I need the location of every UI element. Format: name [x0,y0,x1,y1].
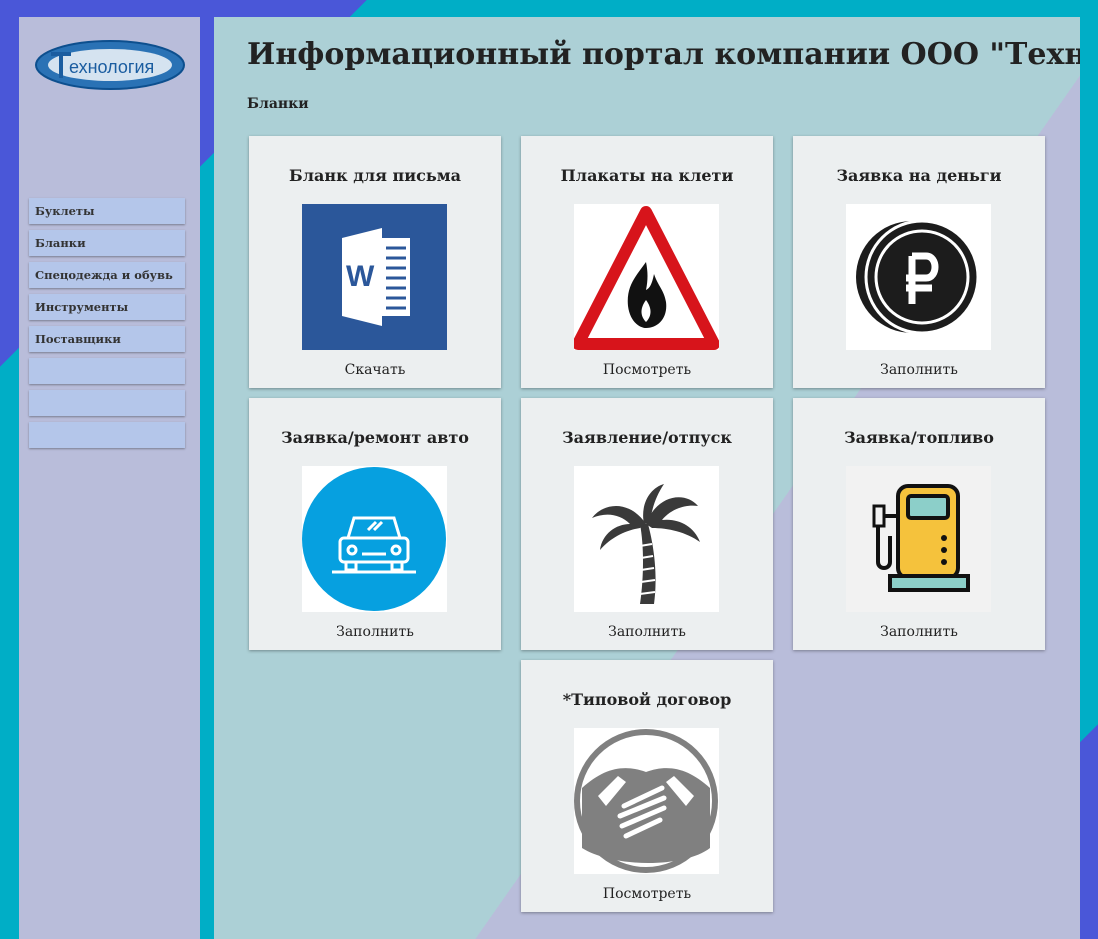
fill-link[interactable]: Заполнить [793,362,1045,378]
svg-text:ехнология: ехнология [69,57,154,77]
card-title: Заявление/отпуск [562,428,732,447]
sidebar-item-suppliers[interactable]: Поставщики [29,326,185,352]
form-card: Заявка/ремонт авто Заполнить [249,398,501,650]
form-card: Заявка на деньги Заполнить [793,136,1045,388]
sidebar-item-tools[interactable]: Инструменты [29,294,185,320]
page-title: Информационный портал компании ООО "Техн… [247,37,1080,72]
view-link[interactable]: Посмотреть [521,886,773,902]
sidebar-item-empty-2[interactable] [29,390,185,416]
card-title: Заявка/ремонт авто [281,428,469,447]
main-content: Информационный портал компании ООО "Техн… [214,17,1080,939]
card-title: Заявка/топливо [844,428,994,447]
word-document-icon[interactable]: W [302,204,447,350]
sidebar-item-empty-3[interactable] [29,422,185,448]
view-link[interactable]: Посмотреть [521,362,773,378]
download-link[interactable]: Скачать [249,362,501,378]
svg-text:W: W [346,260,375,293]
card-title: *Типовой договор [562,690,732,709]
card-title: Бланк для письма [289,166,461,185]
car-icon[interactable] [302,466,447,612]
sidebar-item-workwear[interactable]: Спецодежда и обувь [29,262,185,288]
fill-link[interactable]: Заполнить [521,624,773,640]
sidebar: ехнология Буклеты Бланки Спецодежда и об… [19,17,200,939]
sidebar-item-empty-1[interactable] [29,358,185,384]
palm-tree-icon[interactable] [574,466,719,612]
fire-warning-icon[interactable] [572,204,720,350]
form-card: Бланк для письма W Скачать [249,136,501,388]
company-logo[interactable]: ехнология [33,39,187,91]
form-card: Заявление/отпуск Заполнить [521,398,773,650]
logo-icon: ехнология [35,40,185,90]
ruble-coin-icon[interactable] [846,204,991,350]
handshake-icon[interactable] [574,728,719,874]
sidebar-nav: Буклеты Бланки Спецодежда и обувь Инстру… [29,198,185,454]
card-title: Плакаты на клети [560,166,734,185]
fill-link[interactable]: Заполнить [793,624,1045,640]
form-card: Плакаты на клети Посмотреть [521,136,773,388]
card-title: Заявка на деньги [836,166,1002,185]
fill-link[interactable]: Заполнить [249,624,501,640]
fuel-pump-icon[interactable] [846,466,991,612]
sidebar-item-booklets[interactable]: Буклеты [29,198,185,224]
form-card: Заявка/топливо Заполнить [793,398,1045,650]
section-title: Бланки [247,96,309,112]
form-card: *Типовой договор Посмотреть [521,660,773,912]
sidebar-item-forms[interactable]: Бланки [29,230,185,256]
